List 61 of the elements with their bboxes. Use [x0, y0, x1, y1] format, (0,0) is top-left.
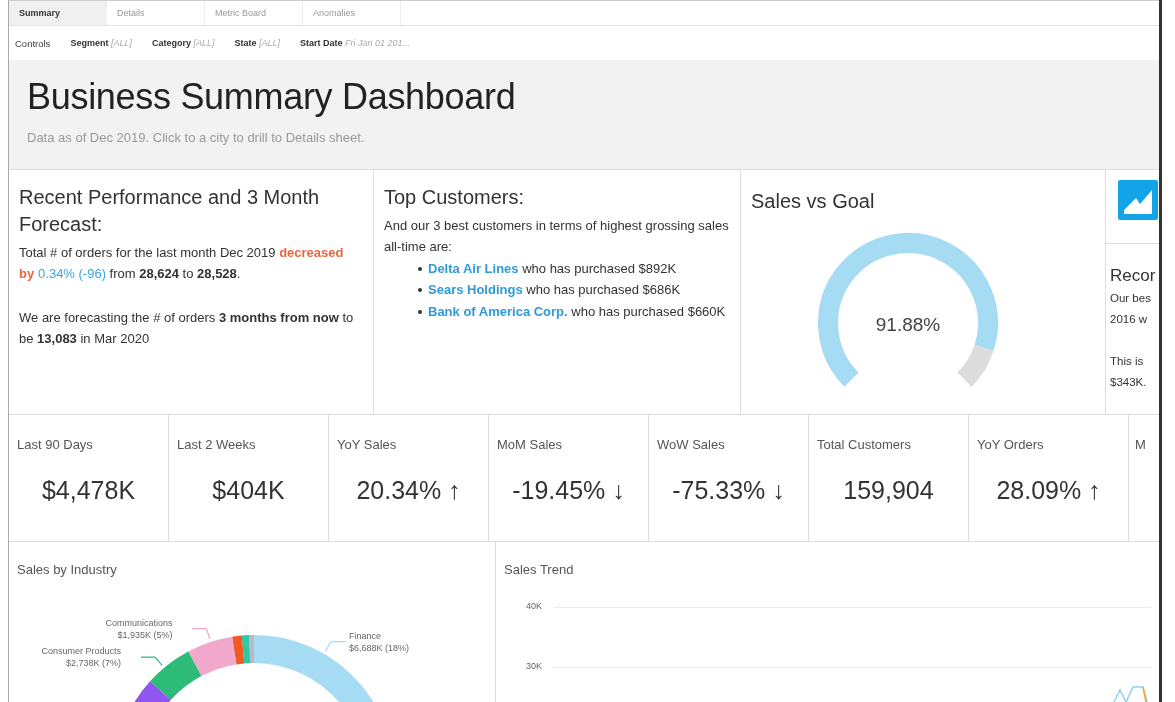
card-text: 2016 w — [1110, 311, 1149, 327]
card-text: Our bes — [1110, 291, 1152, 306]
sheet-tab[interactable]: Metric Board — [205, 1, 303, 25]
filter-control[interactable]: Category [ALL] — [151, 38, 215, 48]
bullet-icon — [418, 266, 422, 271]
bullet-icon — [418, 309, 422, 314]
kpi-label: Total Customers — [817, 437, 912, 452]
customer-text: who has purchased $660K — [571, 303, 726, 319]
customer-link[interactable]: Bank of America Corp. — [428, 303, 568, 319]
kpi-label: M — [1135, 437, 1147, 452]
gauge-reading: 91.88% — [875, 314, 941, 336]
chart-logo-icon — [1118, 180, 1158, 220]
kpi-value: 28.09% ↑ — [995, 476, 1102, 505]
card-text: This is — [1110, 354, 1145, 370]
axis-label: 30K — [526, 661, 542, 671]
axis-label: 40K — [526, 601, 542, 611]
filter-control[interactable]: Segment [ALL] — [70, 38, 132, 48]
panel-title: Sales by Industry — [17, 562, 118, 577]
slice-value: $2,738K (7%) — [64, 657, 121, 670]
bullet-icon — [418, 288, 422, 293]
kpi-value: 159,904 — [842, 476, 935, 505]
card-title: Recor — [1110, 266, 1157, 286]
kpi-value: 20.34% ↑ — [355, 476, 462, 505]
customer-text: who has purchased $892K — [522, 260, 677, 276]
slice-label: Finance — [349, 629, 383, 642]
leader-line — [140, 656, 163, 667]
customer-link[interactable]: Delta Air Lines — [428, 260, 519, 276]
kpi-value: -19.45% ↓ — [511, 476, 626, 505]
kpi-value: $4,478K — [40, 476, 137, 505]
slice-label: Consumer Products — [41, 645, 121, 658]
dashboard-subtitle: Data as of Dec 2019. Click to a city to drill to Details sheet. — [27, 130, 366, 145]
slice-label: Communications — [105, 616, 173, 629]
sheet-tab[interactable]: Details — [107, 1, 205, 25]
paragraph: Total # of orders for the last month Dec 2019 decreased by 0.34% (-96) from 28,624 to 28,528. — [19, 244, 345, 284]
slice-value: $1,935K (5%) — [116, 628, 173, 641]
sheet-tab[interactable]: Anomalies — [303, 1, 401, 25]
card-text: $343K. — [1110, 375, 1148, 391]
customer-text: who has purchased $686K — [526, 282, 681, 298]
card-title: Sales vs Goal — [751, 189, 876, 214]
card-title: Recent Performance and 3 Month Forecast: — [19, 185, 321, 237]
leader-line — [324, 641, 346, 652]
kpi-value: $404K — [211, 476, 286, 505]
kpi-label: WoW Sales — [657, 437, 726, 452]
controls-label: Controls — [15, 37, 51, 49]
dashboard-title: Business Summary Dashboard — [27, 76, 517, 118]
kpi-label: YoY Orders — [977, 437, 1045, 452]
card-title: Top Customers: — [384, 185, 526, 210]
customer-link[interactable]: Sears Holdings — [428, 282, 523, 298]
kpi-label: YoY Sales — [337, 437, 398, 452]
leader-line — [191, 627, 211, 640]
kpi-label: MoM Sales — [497, 437, 564, 452]
panel-title: Sales Trend — [504, 562, 575, 577]
filter-control[interactable]: State [ALL] — [234, 38, 280, 48]
kpi-label: Last 2 Weeks — [177, 437, 257, 452]
filter-control[interactable]: Start Date Fri Jan 01 201... — [300, 38, 411, 48]
slice-value: $6,688K (18%) — [349, 641, 410, 654]
kpi-label: Last 90 Days — [17, 437, 94, 452]
paragraph: And our 3 best customers in terms of highest grossing sales all-time are: — [384, 217, 730, 257]
paragraph: We are forecasting the # of orders 3 months from now to be 13,083 in Mar 2020 — [19, 308, 355, 349]
sheet-tab[interactable]: Summary — [9, 1, 107, 25]
kpi-value: -75.33% ↓ — [671, 476, 786, 505]
